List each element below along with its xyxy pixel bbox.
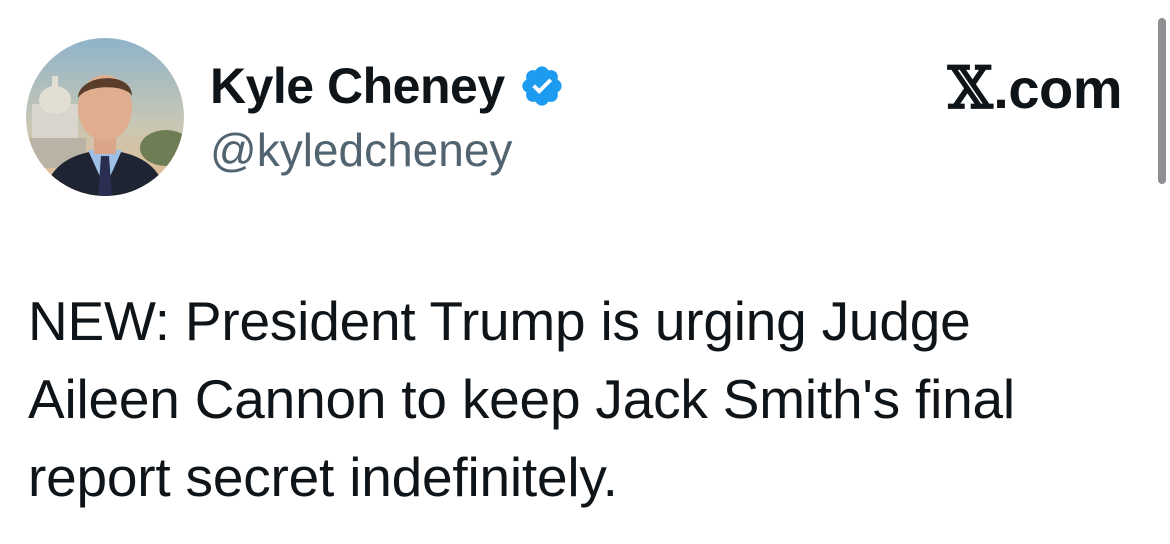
verified-badge-icon [519, 63, 565, 109]
x-logo-icon: 𝕏 [947, 54, 993, 122]
author-handle[interactable]: @kyledcheney [210, 122, 512, 178]
brand-domain: .com [993, 56, 1122, 120]
display-name[interactable]: Kyle Cheney [210, 56, 505, 116]
author-row: Kyle Cheney [210, 56, 565, 116]
x-com-watermark: 𝕏 .com [947, 54, 1123, 122]
tweet-text-line: NEW: President Trump is urging Judge [28, 290, 971, 352]
tweet-text-line: report secret indefinitely. [28, 446, 618, 508]
tweet-card: Kyle Cheney @kyledcheney 𝕏 .com NEW: Pre… [0, 0, 1170, 544]
avatar[interactable] [26, 38, 184, 196]
tweet-text: NEW: President Trump is urging Judge Ail… [28, 282, 1138, 516]
avatar-photo [26, 38, 184, 196]
tweet-text-line: Aileen Cannon to keep Jack Smith's final [28, 368, 1015, 430]
scrollbar[interactable] [1158, 18, 1166, 184]
